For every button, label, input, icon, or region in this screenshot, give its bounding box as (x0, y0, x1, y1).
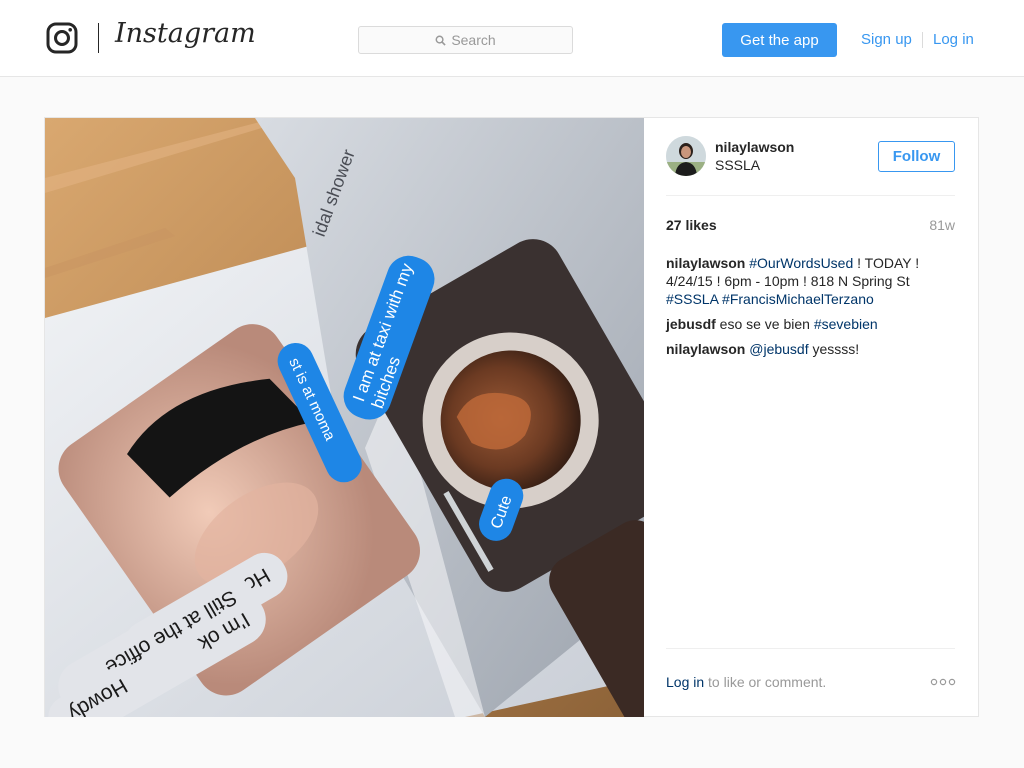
login-prompt-text: to like or comment. (704, 674, 827, 690)
divider (666, 195, 955, 196)
comment-text: yessss! (808, 341, 860, 357)
search-icon (435, 35, 446, 46)
comment-hashtag[interactable]: #SSSLA (666, 291, 718, 307)
comment-username[interactable]: jebusdf (666, 316, 716, 332)
post-username[interactable]: nilaylawson (715, 139, 794, 155)
comment-hashtag[interactable]: #FrancisMichaelTerzano (722, 291, 874, 307)
comment-username[interactable]: nilaylawson (666, 341, 745, 357)
comment-mention[interactable]: @jebusdf (749, 341, 808, 357)
get-the-app-button[interactable]: Get the app (722, 23, 837, 57)
photo-illustration: I am at taxi with my bitches idal shower… (45, 118, 644, 717)
post-card: I am at taxi with my bitches idal shower… (44, 117, 979, 717)
avatar[interactable] (666, 136, 706, 176)
login-link[interactable]: Log in (666, 674, 704, 690)
more-options-icon[interactable] (930, 678, 956, 686)
instagram-logo-icon[interactable] (46, 22, 78, 54)
comment-text: eso se ve bien (719, 316, 814, 332)
search-input[interactable]: Search (358, 26, 573, 54)
likes-count[interactable]: 27 likes (666, 217, 717, 233)
top-bar: Instagram Search Get the app Sign up Log… (0, 0, 1024, 77)
post-photo[interactable]: I am at taxi with my bitches idal shower… (45, 118, 644, 717)
header-divider (98, 23, 99, 53)
comment-item: nilaylawson @jebusdf yessss! (666, 340, 955, 358)
comment-item: nilaylawson #OurWordsUsed ! TODAY ! 4/24… (666, 254, 955, 308)
post-sidebar: nilaylawson SSSLA Follow 27 likes 81w ni… (644, 118, 979, 717)
avatar-image (666, 136, 706, 176)
divider (666, 648, 955, 649)
instagram-wordmark[interactable]: Instagram (115, 18, 256, 49)
comment-hashtag[interactable]: #sevebien (814, 316, 878, 332)
sign-up-link[interactable]: Sign up (861, 31, 912, 48)
comment-hashtag[interactable]: #OurWordsUsed (749, 255, 853, 271)
post-location[interactable]: SSSLA (715, 157, 760, 173)
post-age[interactable]: 81w (929, 217, 955, 233)
follow-button[interactable]: Follow (878, 141, 955, 172)
login-prompt: Log in to like or comment. (666, 674, 826, 690)
log-in-link[interactable]: Log in (933, 31, 974, 48)
comment-username[interactable]: nilaylawson (666, 255, 745, 271)
comments-list: nilaylawson #OurWordsUsed ! TODAY ! 4/24… (666, 254, 955, 365)
comment-item: jebusdf eso se ve bien #sevebien (666, 315, 955, 333)
search-placeholder: Search (451, 32, 496, 48)
auth-divider (922, 32, 923, 48)
